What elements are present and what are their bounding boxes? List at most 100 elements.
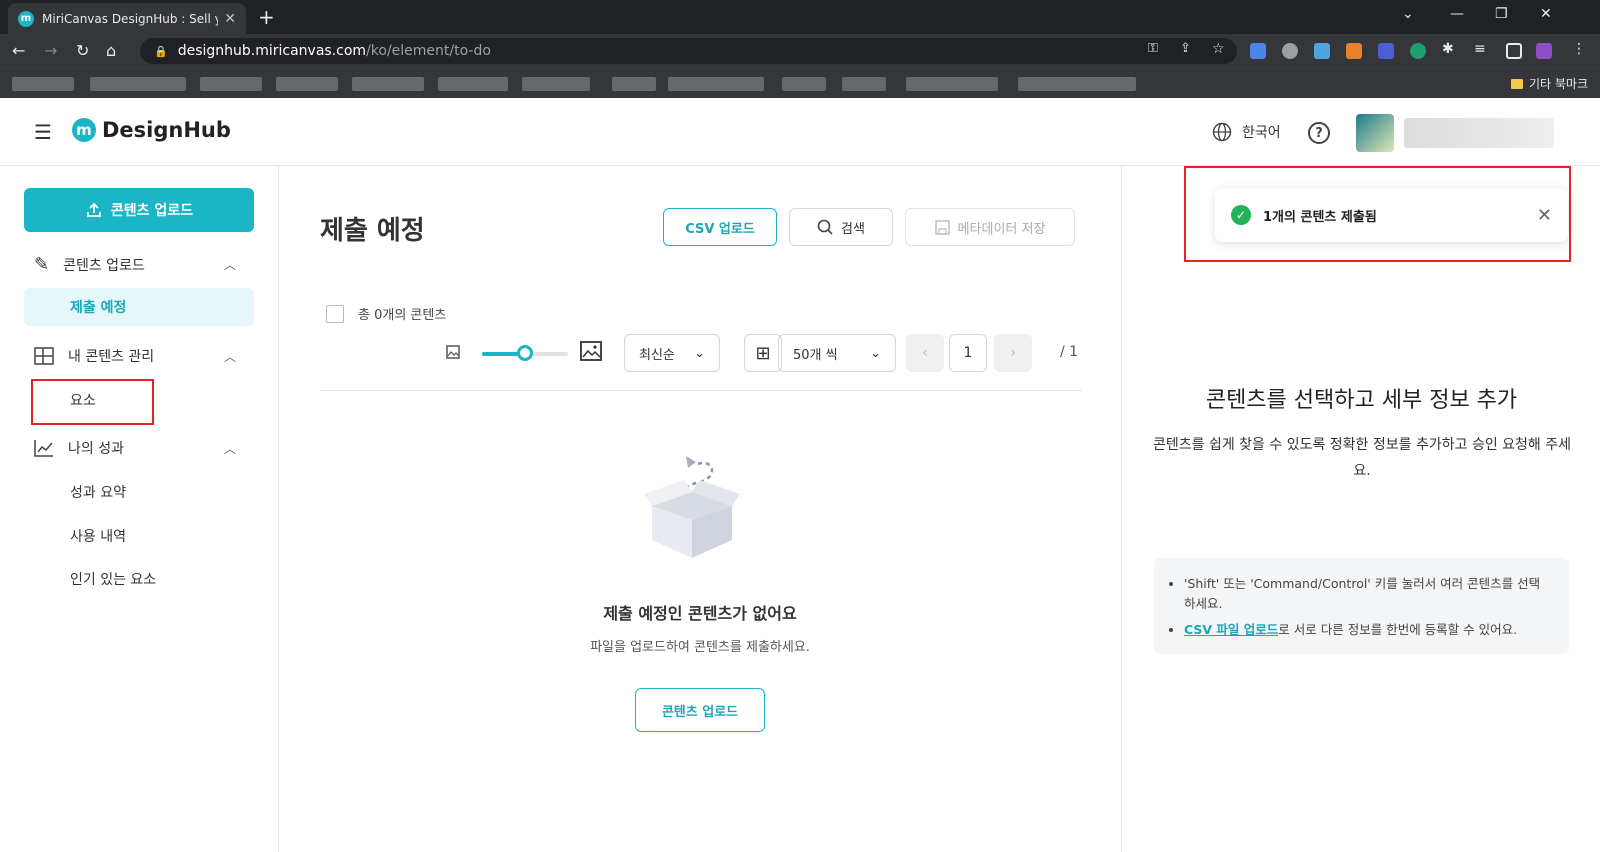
sidebar-section-my-content[interactable]: 내 콘텐츠 관리 ︿ (34, 346, 236, 366)
empty-box-illustration (644, 456, 740, 558)
details-panel: ✓ 1개의 콘텐츠 제출됨 ✕ 콘텐츠를 선택하고 세부 정보 추가 콘텐츠를 … (1121, 166, 1600, 852)
browser-tab-strip: m MiriCanvas DesignHub : Sell you ✕ + ⌄ … (0, 0, 1600, 34)
panel-description: 콘텐츠를 쉽게 찾을 수 있도록 정확한 정보를 추가하고 승인 요청해 주세요… (1152, 437, 1572, 479)
csv-upload-link[interactable]: CSV 파일 업로드 (1184, 622, 1278, 637)
select-all[interactable]: 총 0개의 콘텐츠 (326, 304, 446, 323)
extension-icon[interactable] (1314, 43, 1330, 59)
sidebar-item-usage[interactable]: 사용 내역 (70, 526, 126, 546)
total-count-label: 총 0개의 콘텐츠 (358, 308, 447, 323)
url-path: /ko/element/to-do (366, 43, 491, 59)
browser-tab[interactable]: m MiriCanvas DesignHub : Sell you ✕ (8, 3, 246, 34)
section-label: 콘텐츠 업로드 (63, 257, 145, 274)
bookmark-item[interactable] (782, 77, 826, 91)
sort-select[interactable]: 최신순 ⌄ (624, 334, 720, 372)
globe-icon (1212, 122, 1232, 142)
more-menu-icon[interactable]: ⋮ (1572, 41, 1586, 57)
collapse-menu-icon[interactable]: ☰ (34, 120, 52, 144)
sidebar: 콘텐츠 업로드 ✎ 콘텐츠 업로드 ︿ 제출 예정 내 콘텐츠 관리 ︿ 요소 … (0, 166, 279, 852)
help-icon[interactable]: ? (1308, 122, 1330, 144)
reading-list-icon[interactable]: ≡ (1474, 41, 1486, 57)
folder-icon (1510, 78, 1523, 89)
highlight-box (1184, 166, 1571, 262)
minimize-icon[interactable]: — (1450, 6, 1464, 22)
restore-icon[interactable]: ❐ (1495, 6, 1508, 22)
chevron-up-icon[interactable]: ︿ (224, 440, 236, 457)
divider (320, 390, 1082, 391)
csv-upload-button[interactable]: CSV 업로드 (663, 208, 777, 246)
prev-page-button[interactable]: ‹ (906, 334, 944, 372)
save-icon (934, 219, 950, 235)
empty-state-description: 파일을 업로드하여 콘텐츠를 제출하세요. (590, 640, 810, 655)
tab-search-icon[interactable]: ⌄ (1402, 6, 1414, 22)
line-chart-icon (34, 440, 53, 457)
current-page-input[interactable]: 1 (949, 334, 987, 372)
forward-icon[interactable]: → (44, 41, 57, 60)
language-label: 한국어 (1242, 125, 1281, 141)
miricanvas-favicon-icon: m (18, 10, 34, 27)
side-panel-icon[interactable] (1506, 43, 1522, 59)
chevron-up-icon[interactable]: ︿ (224, 256, 236, 273)
sidebar-item-popular[interactable]: 인기 있는 요소 (70, 569, 156, 589)
page-title: 제출 예정 (320, 216, 425, 246)
upload-content-button[interactable]: 콘텐츠 업로드 (24, 188, 254, 232)
chevron-up-icon[interactable]: ︿ (224, 348, 236, 365)
next-page-button[interactable]: › (994, 334, 1032, 372)
url-domain: designhub.miricanvas.com (177, 43, 367, 59)
bookmark-item[interactable] (352, 77, 424, 91)
bookmark-item[interactable] (1018, 77, 1136, 91)
sidebar-section-upload[interactable]: ✎ 콘텐츠 업로드 ︿ (34, 254, 236, 275)
user-info-redacted[interactable] (1404, 118, 1554, 148)
sidebar-item-to-do[interactable]: 제출 예정 (24, 288, 254, 326)
bookmark-item[interactable] (612, 77, 656, 91)
empty-upload-button[interactable]: 콘텐츠 업로드 (635, 688, 765, 732)
share-icon[interactable]: ⇪ (1180, 41, 1191, 56)
reload-icon[interactable]: ↻ (76, 41, 89, 60)
bookmark-item[interactable] (12, 77, 74, 91)
translate-extension-icon[interactable] (1250, 43, 1266, 59)
per-page-select[interactable]: 50개 씩 ⌄ (778, 334, 896, 372)
large-image-icon[interactable] (580, 341, 602, 361)
bookmark-item[interactable] (906, 77, 998, 91)
small-image-icon[interactable] (446, 345, 460, 359)
sidebar-section-performance[interactable]: 나의 성과 ︿ (34, 438, 236, 458)
chevron-down-icon: ⌄ (694, 345, 705, 361)
search-button[interactable]: 검색 (789, 208, 893, 246)
app-header: ☰ m DesignHub 한국어 ? (0, 98, 1600, 166)
sidebar-item-summary[interactable]: 성과 요약 (70, 482, 126, 502)
bookmark-star-icon[interactable]: ☆ (1212, 41, 1225, 57)
select-all-checkbox[interactable] (326, 304, 344, 323)
page-total: / 1 (1060, 344, 1079, 360)
back-icon[interactable]: ← (12, 41, 25, 60)
bookmark-item[interactable] (668, 77, 764, 91)
upload-button-label: 콘텐츠 업로드 (110, 203, 194, 219)
tip-item: 'Shift' 또는 'Command/Control' 키를 눌러서 여러 콘… (1184, 574, 1543, 614)
language-selector[interactable]: 한국어 (1212, 122, 1281, 142)
bookmark-item[interactable] (438, 77, 508, 91)
extension-icon[interactable] (1410, 43, 1426, 59)
home-icon[interactable]: ⌂ (106, 41, 116, 60)
designhub-logo[interactable]: m DesignHub (72, 118, 231, 142)
thumbnail-size-slider-thumb[interactable] (517, 345, 533, 361)
highlight-box (31, 379, 154, 425)
user-avatar[interactable] (1356, 114, 1394, 152)
bookmark-item[interactable] (90, 77, 186, 91)
close-tab-icon[interactable]: ✕ (224, 11, 236, 27)
profile-avatar[interactable] (1536, 43, 1552, 59)
bookmark-item[interactable] (842, 77, 886, 91)
save-metadata-button[interactable]: 메타데이터 저장 (905, 208, 1075, 246)
bookmarks-bar: 기타 북마크 (0, 68, 1600, 98)
save-metadata-label: 메타데이터 저장 (957, 221, 1046, 237)
address-bar[interactable]: 🔒 designhub.miricanvas.com /ko/element/t… (140, 38, 1237, 64)
puzzle-extensions-icon[interactable]: ✱ (1442, 41, 1454, 57)
bookmark-item[interactable] (276, 77, 338, 91)
extension-icon[interactable] (1378, 43, 1394, 59)
window-close-icon[interactable]: ✕ (1540, 6, 1552, 22)
metamask-extension-icon[interactable] (1346, 43, 1362, 59)
key-icon[interactable]: ⚿ (1148, 41, 1158, 56)
other-bookmarks[interactable]: 기타 북마크 (1510, 75, 1588, 92)
bookmark-item[interactable] (200, 77, 262, 91)
bookmark-item[interactable] (522, 77, 590, 91)
new-tab-button[interactable]: + (258, 5, 275, 29)
extension-icon[interactable] (1282, 43, 1298, 59)
grid-view-icon[interactable]: ⊞ (744, 334, 782, 372)
